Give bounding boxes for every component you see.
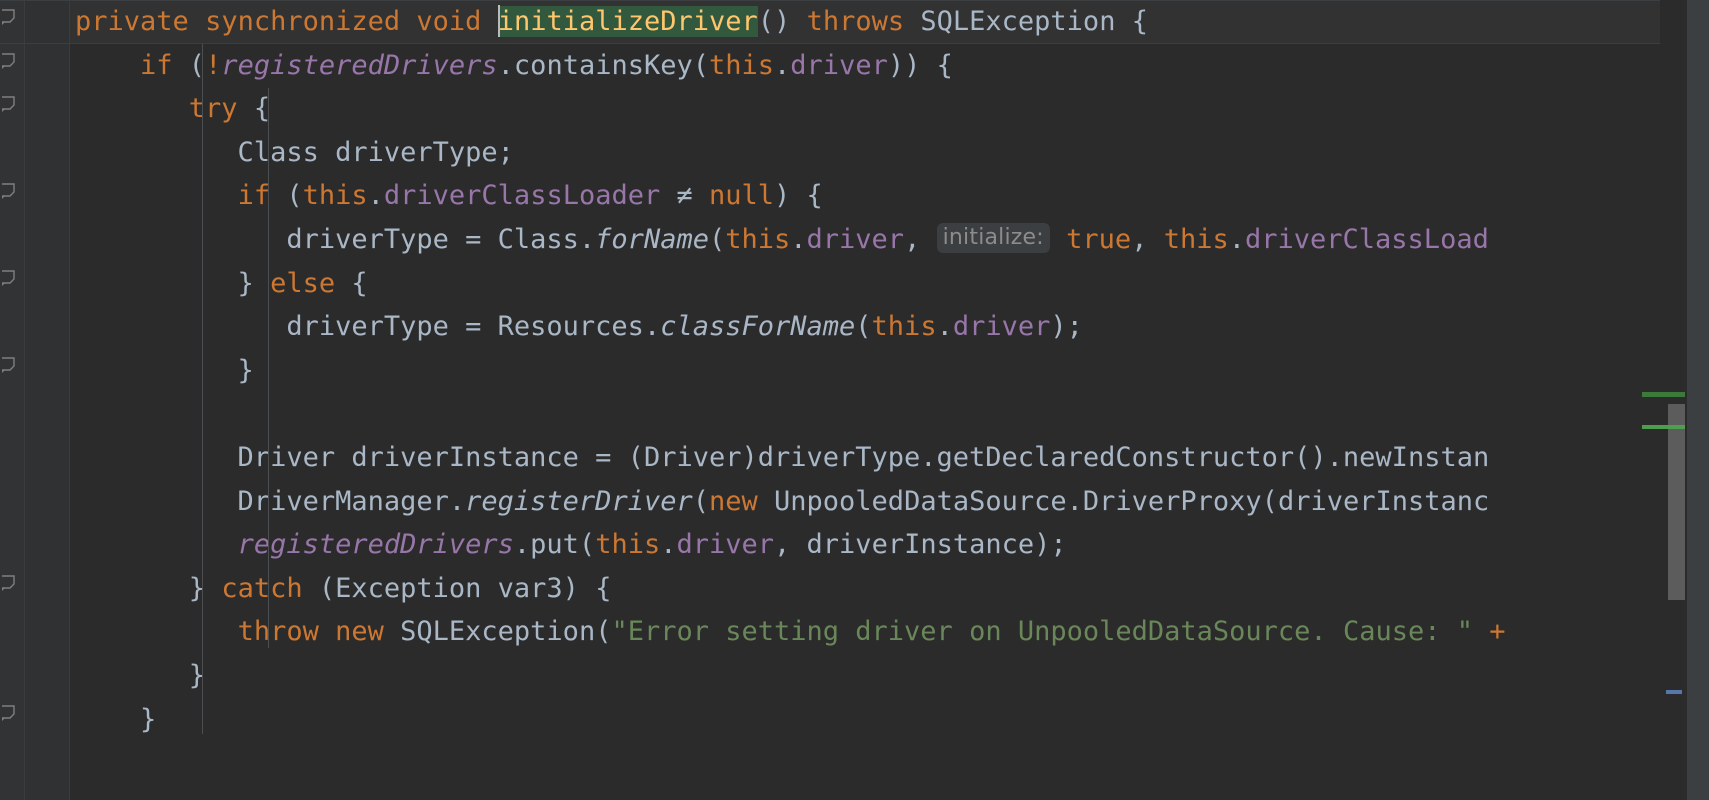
token-keyword: synchronized [205, 6, 401, 37]
text-caret [497, 5, 500, 37]
fold-region-marker-icon[interactable] [2, 96, 19, 113]
code-line[interactable] [70, 392, 1709, 436]
code-line[interactable]: driverType = Resources.classForName(this… [70, 305, 1709, 349]
token-keyword: if [140, 49, 173, 81]
scrollbar-bookmark-marker[interactable] [1666, 690, 1682, 694]
token-keyword: new [708, 485, 758, 517]
token-method: registerDriver [465, 485, 693, 517]
fold-region-marker-icon[interactable] [2, 357, 19, 374]
token-keyword: null [709, 180, 775, 212]
indent-guide [202, 44, 203, 734]
caret-line-border-bottom [0, 43, 1709, 44]
token-keyword: this [709, 49, 775, 81]
token-field: registeredDrivers [221, 49, 498, 81]
scrollbar-thumb[interactable] [1668, 404, 1685, 600]
token-field: driver [952, 311, 1051, 343]
token-keyword: try [188, 93, 238, 125]
fold-region-marker-icon[interactable] [2, 9, 19, 26]
code-line[interactable]: private synchronized void initializeDriv… [70, 0, 1709, 44]
gutter-line-number-area [25, 0, 69, 800]
code-line[interactable]: } else { [70, 262, 1709, 306]
token-field: driverClassLoad [1245, 223, 1489, 255]
token-keyword: true [1049, 223, 1132, 255]
token-field: driverClassLoader [383, 180, 661, 212]
indent-guide [268, 88, 269, 648]
vcs-change-marker[interactable] [1642, 425, 1685, 429]
code-line[interactable]: Driver driverInstance = (Driver)driverTy… [70, 436, 1709, 480]
token-keyword: throw new [237, 616, 384, 648]
token-method: classForName [660, 311, 856, 343]
gutter-divider [24, 0, 25, 800]
token-field: driver [806, 223, 905, 255]
code-content[interactable]: private synchronized void initializeDriv… [70, 0, 1709, 800]
token-keyword: void [416, 6, 482, 37]
token-field: driver [676, 529, 775, 561]
gutter-right-divider [69, 0, 70, 800]
code-line[interactable]: throw new SQLException("Error setting dr… [70, 610, 1709, 654]
code-line[interactable]: try { [70, 87, 1709, 131]
code-line[interactable]: } catch (Exception var3) { [70, 567, 1709, 611]
caret-line-border-top [0, 0, 1709, 1]
token-keyword: this [871, 311, 937, 343]
token-keyword: this [302, 180, 368, 212]
fold-region-marker-icon[interactable] [2, 705, 19, 722]
token-keyword: private [75, 6, 189, 37]
gutter-fold-area[interactable] [0, 0, 24, 800]
token-keyword: if [237, 180, 271, 212]
code-line[interactable]: registeredDrivers.put(this.driver, drive… [70, 523, 1709, 567]
token-keyword: else [270, 267, 336, 299]
code-editor[interactable]: private synchronized void initializeDriv… [0, 0, 1709, 800]
code-line[interactable]: driverType = Class.forName(this.driver, … [70, 218, 1709, 262]
scrollbar-track[interactable] [1687, 0, 1709, 800]
code-line[interactable]: if (!registeredDrivers.containsKey(this.… [70, 44, 1709, 88]
code-line[interactable]: DriverManager.registerDriver(new Unpoole… [70, 480, 1709, 524]
fold-region-marker-icon[interactable] [2, 270, 19, 287]
code-line[interactable]: } [70, 654, 1709, 698]
code-line[interactable]: } [70, 698, 1709, 742]
token-string: "Error setting driver on UnpooledDataSou… [611, 616, 1473, 648]
token-keyword: this [725, 223, 791, 255]
token-method: forName [595, 223, 709, 255]
token-keyword: catch [221, 572, 303, 604]
code-line[interactable]: } [70, 349, 1709, 393]
fold-region-marker-icon[interactable] [2, 575, 19, 592]
token-keyword: this [595, 529, 661, 561]
token-keyword: this [1163, 223, 1229, 255]
token-field: registeredDrivers [237, 529, 514, 561]
code-line[interactable]: if (this.driverClassLoader ≠ null) { [70, 174, 1709, 218]
parameter-hint-badge[interactable]: initialize: [936, 222, 1050, 253]
highlighted-symbol[interactable]: initializeDriver [497, 6, 758, 37]
token-field: driver [790, 49, 888, 81]
scrollbar-gap [1660, 0, 1687, 800]
fold-region-marker-icon[interactable] [2, 53, 19, 70]
token-keyword: throws [806, 6, 905, 37]
fold-region-marker-icon[interactable] [2, 183, 19, 200]
vcs-change-marker[interactable] [1642, 392, 1685, 397]
code-line[interactable]: Class driverType; [70, 131, 1709, 175]
